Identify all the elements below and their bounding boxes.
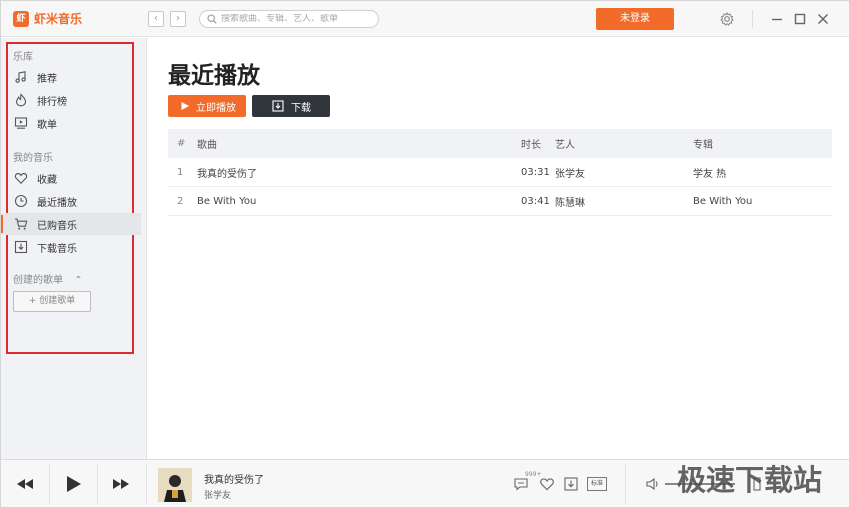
search-box[interactable] [199, 10, 379, 28]
sidebar-item-recommend[interactable]: 推荐 [1, 66, 141, 88]
download-icon[interactable] [563, 476, 579, 492]
forward-button[interactable]: › [170, 11, 186, 27]
logo-badge: 虾 [13, 10, 29, 27]
player-divider [49, 464, 50, 504]
track-artist[interactable]: 张学友 [204, 488, 231, 501]
download-label: 下载 [291, 102, 311, 114]
login-button[interactable]: 未登录 [596, 8, 674, 30]
row-song[interactable]: Be With You [197, 196, 521, 207]
music-note-icon [15, 71, 26, 83]
watermark: 极速下载站 [677, 463, 823, 497]
page-title: 最近播放 [168, 63, 260, 89]
row-duration: 03:31 [521, 166, 550, 178]
previous-icon[interactable] [13, 472, 37, 496]
row-number: 2 [177, 195, 184, 207]
section-title-my-music: 我的音乐 [13, 153, 53, 164]
main-content: 最近播放 立即播放 下载 # 歌曲 时长 艺人 专辑 1 我真的受伤了 03:3… [148, 38, 849, 459]
table-row[interactable]: 1 我真的受伤了 03:31 张学友 学友 热 [168, 158, 832, 187]
row-artist[interactable]: 张学友 [555, 165, 693, 180]
play-all-label: 立即播放 [196, 102, 236, 114]
sidebar-item-label: 最近播放 [37, 197, 77, 209]
chevron-up-icon: ⌃ [74, 275, 83, 286]
sidebar-item-charts[interactable]: 排行榜 [1, 89, 141, 111]
heart-icon [14, 173, 28, 184]
heart-icon[interactable] [539, 476, 555, 492]
song-table: # 歌曲 时长 艺人 专辑 1 我真的受伤了 03:31 张学友 学友 热 2 … [168, 129, 832, 216]
sidebar-item-label: 排行榜 [37, 96, 67, 108]
player-bar: 我真的受伤了 张学友 999+ 标准 极速下载站 [1, 459, 849, 507]
back-button[interactable]: ‹ [148, 11, 164, 27]
column-header-song[interactable]: 歌曲 [197, 136, 521, 151]
sidebar-item-label: 已购音乐 [37, 220, 77, 232]
sidebar-item-recent[interactable]: 最近播放 [1, 190, 141, 212]
download-icon [272, 100, 284, 112]
table-row[interactable]: 2 Be With You 03:41 陈慧琳 Be With You [168, 187, 832, 216]
album-cover-art [158, 468, 192, 502]
row-duration: 03:41 [521, 195, 550, 207]
download-button[interactable]: 下载 [252, 95, 330, 117]
row-number: 1 [177, 166, 184, 178]
flame-icon [15, 93, 27, 107]
sidebar-item-label: 推荐 [37, 73, 57, 85]
play-icon [181, 102, 189, 110]
album-cover[interactable] [158, 468, 192, 502]
sidebar-item-purchased[interactable]: 已购音乐 [1, 213, 141, 235]
sidebar-item-label: 下载音乐 [37, 243, 77, 255]
quality-label: 标准 [590, 480, 603, 487]
app-name: 虾米音乐 [34, 12, 83, 26]
search-icon [207, 14, 217, 24]
column-header-album[interactable]: 专辑 [693, 136, 823, 151]
play-pause-icon[interactable] [61, 472, 85, 496]
section-title-created[interactable]: 创建的歌单 ⌃ [13, 271, 83, 286]
chevron-right-icon: › [176, 13, 180, 24]
minimize-icon[interactable] [769, 11, 785, 27]
gear-icon[interactable] [719, 11, 735, 27]
section-title-label: 创建的歌单 [13, 275, 63, 286]
title-bar: 虾 虾米音乐 ‹ › 未登录 [1, 1, 849, 37]
player-divider [625, 464, 626, 504]
sidebar-item-favorites[interactable]: 收藏 [1, 167, 141, 189]
track-title[interactable]: 我真的受伤了 [204, 471, 264, 486]
maximize-icon[interactable] [792, 11, 808, 27]
player-divider [146, 464, 147, 504]
column-header-artist[interactable]: 艺人 [555, 136, 693, 151]
column-header-num: # [177, 138, 186, 149]
next-icon[interactable] [109, 472, 133, 496]
comment-icon[interactable] [513, 476, 529, 492]
sidebar-item-playlists[interactable]: 歌单 [1, 112, 141, 134]
row-song[interactable]: 我真的受伤了 [197, 165, 521, 180]
app-window: 虾 虾米音乐 ‹ › 未登录 [0, 0, 850, 507]
sidebar: 乐库 推荐 排行榜 歌单 我的音乐 收藏 最近播放 已购音乐 下载音乐 创建的歌… [1, 38, 147, 459]
clock-icon [14, 194, 28, 208]
player-divider [97, 464, 98, 504]
row-artist[interactable]: 陈慧琳 [555, 194, 693, 209]
search-input[interactable] [221, 14, 371, 24]
close-icon[interactable] [815, 11, 831, 27]
app-logo[interactable]: 虾 虾米音乐 [13, 10, 82, 27]
row-album[interactable]: Be With You [693, 196, 823, 207]
chevron-left-icon: ‹ [154, 13, 158, 24]
volume-icon[interactable] [645, 476, 661, 492]
sidebar-item-downloads[interactable]: 下载音乐 [1, 236, 141, 258]
cart-icon [15, 218, 28, 230]
row-album[interactable]: 学友 热 [693, 165, 823, 180]
quality-button[interactable]: 标准 [587, 477, 607, 491]
download-icon [14, 240, 28, 254]
play-all-button[interactable]: 立即播放 [168, 95, 246, 117]
titlebar-divider [752, 10, 753, 28]
sidebar-item-label: 歌单 [37, 119, 57, 131]
column-header-duration[interactable]: 时长 [521, 136, 555, 151]
playlist-icon [14, 117, 28, 129]
create-playlist-button[interactable]: + 创建歌单 [13, 291, 91, 312]
section-title-library: 乐库 [13, 52, 33, 63]
sidebar-item-label: 收藏 [37, 174, 57, 186]
table-header: # 歌曲 时长 艺人 专辑 [168, 129, 832, 158]
